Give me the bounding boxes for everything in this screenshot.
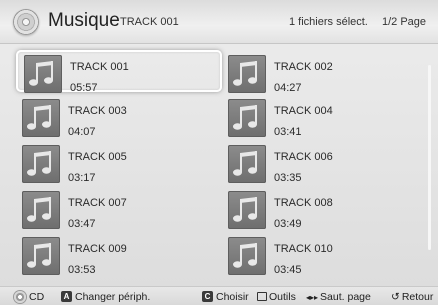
music-note-icon <box>22 191 60 229</box>
back-label: Retour <box>401 291 434 303</box>
track-name: TRACK 007 <box>68 197 127 209</box>
cd-label: CD <box>29 291 45 303</box>
selection-count: 1 fichiers sélect. <box>289 16 368 28</box>
page-indicator: 1/2 Page <box>382 16 427 28</box>
music-note-icon <box>228 237 266 275</box>
page-title: Musique <box>48 10 120 31</box>
music-browser-screen: Musique TRACK 001 1 fichiers sélect. 1/2… <box>0 0 438 305</box>
track-name: TRACK 006 <box>274 151 333 163</box>
track-name: TRACK 002 <box>274 61 333 73</box>
track-name: TRACK 009 <box>68 243 127 255</box>
music-note-icon <box>22 99 60 137</box>
track-item-008[interactable]: TRACK 008 03:49 <box>222 188 428 230</box>
track-duration: 03:35 <box>274 172 302 184</box>
track-item-009[interactable]: TRACK 009 03:53 <box>16 234 222 276</box>
track-item-002[interactable]: TRACK 002 04:27 <box>222 52 428 94</box>
track-name: TRACK 005 <box>68 151 127 163</box>
skip-page-label: Saut. page <box>320 291 371 303</box>
track-name: TRACK 001 <box>70 61 129 73</box>
track-name: TRACK 003 <box>68 105 127 117</box>
track-duration: 03:53 <box>68 264 96 276</box>
track-item-010[interactable]: TRACK 010 03:45 <box>222 234 428 276</box>
c-key-icon: C <box>202 291 213 302</box>
music-note-icon <box>228 191 266 229</box>
choose-label: Choisir <box>216 291 249 303</box>
track-duration: 03:45 <box>274 264 302 276</box>
change-device-hint[interactable]: A Changer périph. <box>61 291 150 303</box>
tools-hint[interactable]: Outils <box>257 291 296 303</box>
skip-arrows-icon: ◂▸▸ <box>306 293 319 302</box>
footer-bar: CD A Changer périph. C Choisir Outils ◂▸▸ S… <box>0 286 438 305</box>
music-note-icon <box>228 55 266 93</box>
choose-hint[interactable]: C Choisir <box>202 291 249 303</box>
track-item-007[interactable]: TRACK 007 03:47 <box>16 188 222 230</box>
header-bar: Musique TRACK 001 1 fichiers sélect. 1/2… <box>0 0 438 44</box>
disc-icon <box>13 9 39 35</box>
track-duration: 03:49 <box>274 218 302 230</box>
a-key-icon: A <box>61 291 72 302</box>
music-note-icon <box>228 99 266 137</box>
music-note-icon <box>228 145 266 183</box>
track-duration: 05:57 <box>70 82 98 94</box>
change-device-label: Changer périph. <box>75 291 151 303</box>
track-item-003[interactable]: TRACK 003 04:07 <box>16 96 222 138</box>
music-note-icon <box>22 145 60 183</box>
tools-label: Outils <box>269 291 296 303</box>
track-item-006[interactable]: TRACK 006 03:35 <box>222 142 428 184</box>
back-hint[interactable]: ↺ Retour <box>391 291 433 303</box>
track-item-001[interactable]: TRACK 001 05:57 <box>16 50 222 94</box>
track-duration: 03:47 <box>68 218 96 230</box>
track-duration: 04:07 <box>68 126 96 138</box>
track-name: TRACK 008 <box>274 197 333 209</box>
track-duration: 04:27 <box>274 82 302 94</box>
cd-hint[interactable]: CD <box>14 291 44 303</box>
music-note-icon <box>22 237 60 275</box>
tools-icon <box>257 292 267 301</box>
scrollbar[interactable] <box>428 65 431 250</box>
music-note-icon <box>24 55 62 93</box>
track-duration: 03:17 <box>68 172 96 184</box>
return-icon: ↺ <box>391 291 400 303</box>
track-name: TRACK 010 <box>274 243 333 255</box>
dpad-icon <box>14 291 26 303</box>
current-track-label: TRACK 001 <box>120 16 179 28</box>
track-name: TRACK 004 <box>274 105 333 117</box>
track-item-004[interactable]: TRACK 004 03:41 <box>222 96 428 138</box>
skip-page-hint[interactable]: ◂▸▸ Saut. page <box>306 291 371 303</box>
track-duration: 03:41 <box>274 126 302 138</box>
track-item-005[interactable]: TRACK 005 03:17 <box>16 142 222 184</box>
